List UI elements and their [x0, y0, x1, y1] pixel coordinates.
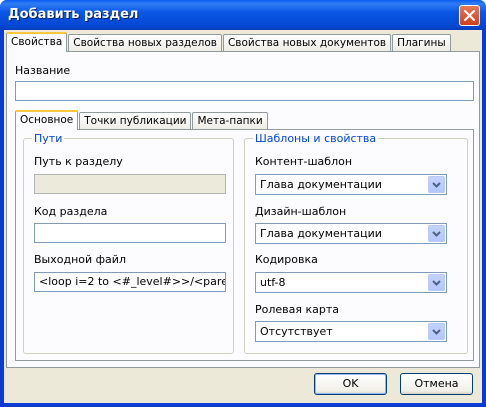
name-field[interactable] [15, 81, 474, 101]
design-template-value: Глава документации [260, 227, 382, 240]
role-map-label: Ролевая карта [255, 303, 340, 316]
templates-group-title: Шаблоны и свойства [253, 132, 379, 145]
output-file-field[interactable]: <loop i=2 to <#_level#>>/<parent[ [34, 272, 226, 292]
encoding-select[interactable]: utf-8 [255, 272, 447, 293]
tab-new-sections-properties[interactable]: Свойства новых разделов [68, 34, 222, 52]
window-title: Добавить раздел [8, 7, 139, 22]
properties-panel: Название Основное Точки публикации Мета-… [6, 51, 480, 368]
chevron-down-icon [432, 329, 441, 335]
tab-general[interactable]: Основное [15, 110, 79, 130]
title-bar[interactable]: Добавить раздел [0, 0, 486, 30]
chevron-down-icon [432, 231, 441, 237]
tab-properties[interactable]: Свойства [6, 32, 68, 52]
ok-button[interactable]: OK [314, 373, 387, 395]
section-code-label: Код раздела [34, 205, 108, 218]
cancel-button[interactable]: Отмена [400, 373, 473, 395]
section-code-field[interactable] [34, 223, 226, 243]
general-panel: Пути Путь к разделу Код раздела Выходной… [15, 129, 474, 361]
content-template-dropdown-button[interactable] [428, 176, 445, 193]
output-file-label: Выходной файл [34, 253, 126, 266]
encoding-dropdown-button[interactable] [428, 274, 445, 291]
paths-group: Пути Путь к разделу Код раздела Выходной… [23, 132, 234, 354]
design-template-label: Дизайн-шаблон [255, 205, 347, 218]
content-template-label: Контент-шаблон [255, 155, 353, 168]
encoding-label: Кодировка [255, 253, 318, 266]
role-map-dropdown-button[interactable] [428, 323, 445, 340]
name-label: Название [15, 64, 71, 77]
chevron-down-icon [432, 182, 441, 188]
tab-new-documents-properties[interactable]: Свойства новых документов [222, 34, 392, 52]
role-map-select[interactable]: Отсутствует [255, 321, 447, 342]
top-tab-strip: Свойства Свойства новых разделов Свойств… [6, 32, 452, 52]
paths-group-title: Пути [32, 132, 65, 145]
tab-plugins[interactable]: Плагины [392, 34, 451, 52]
dialog-body: Свойства Свойства новых разделов Свойств… [4, 30, 482, 403]
tab-publication-points[interactable]: Точки публикации [79, 112, 192, 130]
chevron-down-icon [432, 280, 441, 286]
close-icon [464, 10, 475, 21]
design-template-select[interactable]: Глава документации [255, 223, 447, 244]
tab-meta-folders[interactable]: Мета-папки [192, 112, 268, 130]
templates-group: Шаблоны и свойства Контент-шаблон Глава … [244, 132, 468, 354]
design-template-dropdown-button[interactable] [428, 225, 445, 242]
encoding-value: utf-8 [260, 276, 286, 289]
content-template-value: Глава документации [260, 178, 382, 191]
close-button[interactable] [459, 5, 480, 26]
content-template-select[interactable]: Глава документации [255, 174, 447, 195]
inner-tab-strip: Основное Точки публикации Мета-папки [15, 110, 269, 130]
section-path-label: Путь к разделу [34, 155, 123, 168]
role-map-value: Отсутствует [260, 325, 333, 338]
section-path-field [34, 174, 226, 194]
dialog-window: Добавить раздел Свойства Свойства новых … [0, 0, 486, 407]
